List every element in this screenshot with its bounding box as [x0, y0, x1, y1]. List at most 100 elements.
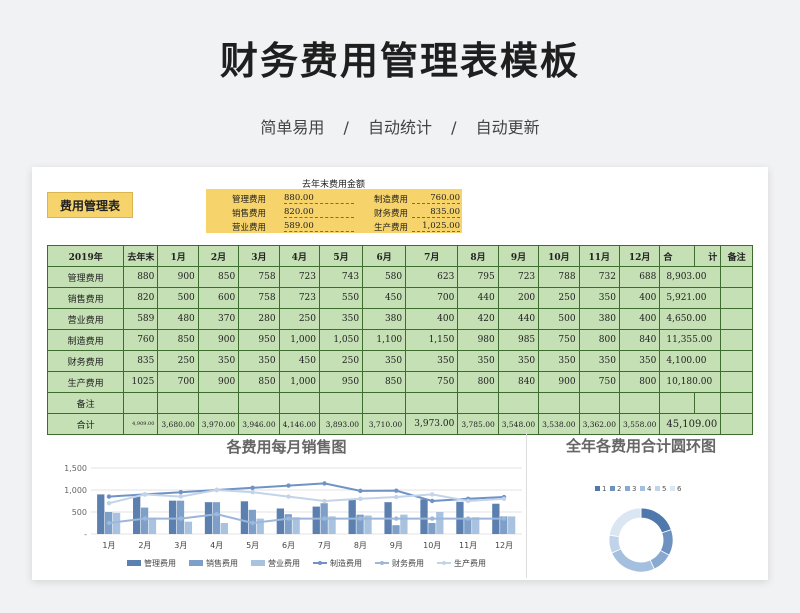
table-cell[interactable]: 688	[618, 266, 661, 288]
table-cell[interactable]: 8,903.00	[659, 266, 722, 288]
remark-cell[interactable]	[405, 392, 459, 414]
table-cell[interactable]: 850	[238, 371, 280, 393]
table-cell[interactable]: 800	[457, 371, 499, 393]
remark-cell[interactable]	[578, 392, 620, 414]
table-cell[interactable]: 200	[497, 287, 540, 309]
table-cell[interactable]: 380	[578, 308, 620, 330]
table-cell[interactable]: 1,000	[278, 329, 321, 351]
table-cell[interactable]: 1,100	[362, 329, 407, 351]
remark-cell[interactable]	[720, 371, 753, 393]
table-cell[interactable]: 795	[457, 266, 499, 288]
table-cell[interactable]: 450	[362, 287, 407, 309]
summary-value[interactable]: 820.00	[284, 207, 354, 218]
table-cell[interactable]: 800	[618, 371, 661, 393]
table-cell[interactable]: 850	[197, 266, 240, 288]
table-cell[interactable]: 350	[238, 350, 280, 372]
table-cell[interactable]: 380	[362, 308, 407, 330]
remark-cell[interactable]	[720, 308, 753, 330]
table-cell[interactable]: 820	[123, 287, 159, 309]
table-cell[interactable]: 480	[157, 308, 199, 330]
table-cell[interactable]: 350	[578, 350, 620, 372]
table-cell[interactable]: 350	[538, 350, 580, 372]
table-cell[interactable]: 758	[238, 287, 280, 309]
table-cell[interactable]: 760	[123, 329, 159, 351]
table-cell[interactable]: 10,180.00	[659, 371, 722, 393]
summary-value[interactable]: 1,025.00	[412, 221, 460, 232]
table-cell[interactable]: 350	[457, 350, 499, 372]
table-cell[interactable]: 250	[278, 308, 321, 330]
summary-value[interactable]: 760.00	[412, 193, 460, 204]
table-cell[interactable]: 840	[618, 329, 661, 351]
table-cell[interactable]: 11,355.00	[659, 329, 722, 351]
table-cell[interactable]: 723	[497, 266, 540, 288]
table-cell[interactable]: 400	[405, 308, 459, 330]
table-cell[interactable]: 4,100.00	[659, 350, 722, 372]
table-cell[interactable]: 840	[497, 371, 540, 393]
table-cell[interactable]: 750	[405, 371, 459, 393]
table-cell[interactable]: 788	[538, 266, 580, 288]
table-cell[interactable]: 700	[157, 371, 199, 393]
table-cell[interactable]: 4,650.00	[659, 308, 722, 330]
remark-cell[interactable]	[693, 392, 722, 414]
table-cell[interactable]: 723	[278, 266, 321, 288]
table-cell[interactable]: 350	[362, 350, 407, 372]
remark-cell[interactable]	[497, 392, 540, 414]
table-cell[interactable]: 440	[497, 308, 540, 330]
table-cell[interactable]: 管理费用	[46, 266, 125, 288]
remark-cell[interactable]	[197, 392, 240, 414]
remark-cell[interactable]	[123, 392, 159, 414]
table-cell[interactable]: 980	[457, 329, 499, 351]
table-cell[interactable]: 880	[123, 266, 159, 288]
table-cell[interactable]: 370	[197, 308, 240, 330]
remark-cell[interactable]	[457, 392, 499, 414]
remark-cell[interactable]	[659, 392, 695, 414]
table-cell[interactable]: 750	[538, 329, 580, 351]
table-cell[interactable]: 723	[278, 287, 321, 309]
table-cell[interactable]: 销售费用	[46, 287, 125, 309]
table-cell[interactable]: 758	[238, 266, 280, 288]
table-cell[interactable]: 950	[319, 371, 364, 393]
table-cell[interactable]: 600	[197, 287, 240, 309]
table-cell[interactable]: 550	[319, 287, 364, 309]
table-cell[interactable]: 350	[497, 350, 540, 372]
table-cell[interactable]: 500	[157, 287, 199, 309]
table-cell[interactable]: 350	[618, 350, 661, 372]
table-cell[interactable]: 800	[578, 329, 620, 351]
table-cell[interactable]: 750	[578, 371, 620, 393]
remark-cell[interactable]	[278, 392, 321, 414]
summary-value[interactable]: 589.00	[284, 221, 354, 232]
table-cell[interactable]: 250	[319, 350, 364, 372]
table-cell[interactable]: 1,050	[319, 329, 364, 351]
table-cell[interactable]: 生产费用	[46, 371, 125, 393]
table-cell[interactable]: 350	[405, 350, 459, 372]
remark-cell[interactable]	[157, 392, 199, 414]
table-cell[interactable]: 623	[405, 266, 459, 288]
table-cell[interactable]: 1,150	[405, 329, 459, 351]
table-cell[interactable]: 350	[319, 308, 364, 330]
table-cell[interactable]: 财务费用	[46, 350, 125, 372]
table-cell[interactable]: 985	[497, 329, 540, 351]
table-cell[interactable]: 850	[362, 371, 407, 393]
table-cell[interactable]: 1025	[123, 371, 159, 393]
table-cell[interactable]: 450	[278, 350, 321, 372]
table-cell[interactable]: 580	[362, 266, 407, 288]
table-cell[interactable]: 350	[197, 350, 240, 372]
table-cell[interactable]: 250	[157, 350, 199, 372]
table-cell[interactable]: 350	[578, 287, 620, 309]
remark-cell[interactable]	[720, 329, 753, 351]
remark-cell[interactable]	[720, 266, 753, 288]
table-cell[interactable]: 400	[618, 287, 661, 309]
table-cell[interactable]: 420	[457, 308, 499, 330]
table-cell[interactable]: 400	[618, 308, 661, 330]
table-cell[interactable]: 280	[238, 308, 280, 330]
table-cell[interactable]: 440	[457, 287, 499, 309]
remark-cell[interactable]	[720, 350, 753, 372]
table-cell[interactable]: 835	[123, 350, 159, 372]
summary-value[interactable]: 880.00	[284, 193, 354, 204]
table-cell[interactable]: 850	[157, 329, 199, 351]
remark-cell[interactable]	[720, 287, 753, 309]
remark-cell[interactable]	[319, 392, 364, 414]
table-cell[interactable]: 500	[538, 308, 580, 330]
table-cell[interactable]: 900	[197, 371, 240, 393]
table-cell[interactable]: 1,000	[278, 371, 321, 393]
